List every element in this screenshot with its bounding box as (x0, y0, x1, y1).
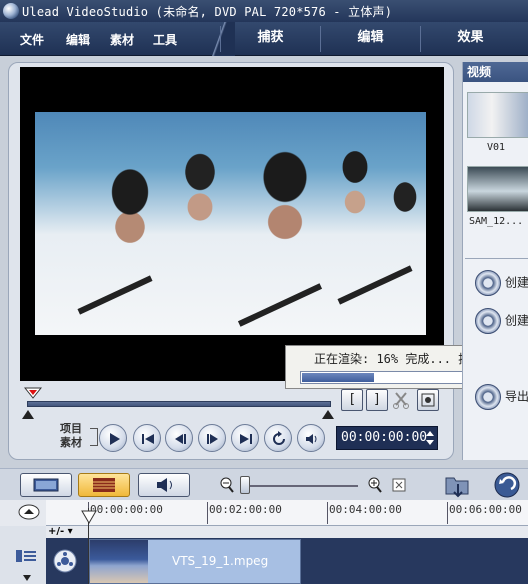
library-thumb-label: V01 (487, 142, 506, 153)
scroll-down-icon[interactable] (22, 574, 32, 582)
play-icon (110, 433, 120, 445)
export-icon (475, 384, 501, 410)
mode-clip-label[interactable]: 素材 (60, 436, 82, 450)
end-button[interactable] (231, 424, 259, 452)
collapse-timeline-icon[interactable] (18, 504, 40, 520)
ruler-label: 00:00:00:00 (90, 503, 163, 516)
film-reel-icon (475, 270, 501, 296)
timeline-toolbar (0, 468, 528, 500)
tab-effects[interactable]: 效果 (420, 26, 520, 52)
timecode-field[interactable]: 00:00:00:00 (336, 426, 438, 450)
next-frame-button[interactable] (198, 424, 226, 452)
create-disc-item[interactable]: 创建 (475, 308, 528, 334)
skip-end-icon (240, 434, 252, 444)
undo-icon[interactable] (494, 472, 520, 498)
playhead-marker-icon[interactable] (81, 510, 97, 524)
render-progress-fill (302, 373, 374, 382)
library-panel: 视频 V01 SAM_12... 创建 创建 导出 (462, 62, 528, 460)
app-icon (3, 3, 19, 19)
disc-icon (475, 308, 501, 334)
repeat-icon (273, 431, 285, 445)
mark-in-button[interactable]: [ (341, 389, 363, 411)
library-category[interactable]: 视频 (463, 62, 528, 82)
menu-file[interactable]: 文件 (20, 31, 44, 48)
scissors-icon[interactable] (391, 389, 413, 411)
repeat-button[interactable] (264, 424, 292, 452)
fullscreen-icon[interactable] (417, 389, 439, 411)
library-thumb-1[interactable] (467, 92, 528, 138)
scrub-marker-icon[interactable] (24, 387, 42, 399)
zoom-slider-track[interactable] (244, 485, 358, 487)
title-bar: Ulead VideoStudio (未命名, DVD PAL 720*576 … (0, 0, 528, 22)
tab-capture[interactable]: 捕获 (220, 26, 320, 52)
timecode-spinner-icon[interactable] (424, 428, 436, 448)
folder-open-icon[interactable] (444, 472, 472, 498)
video-detail (77, 275, 153, 315)
home-button[interactable] (133, 424, 161, 452)
mark-out-button[interactable]: ] (366, 389, 388, 411)
trim-start-handle[interactable] (22, 410, 34, 419)
track-mode-toggle[interactable]: +/- ▾ (48, 526, 73, 537)
create-video-item[interactable]: 创建 (475, 270, 528, 296)
track-manager-icon[interactable] (14, 546, 38, 566)
fit-to-window-icon[interactable] (392, 478, 406, 492)
menu-clip[interactable]: 素材 (110, 31, 134, 48)
ruler-tick (447, 502, 448, 524)
storyboard-view-button[interactable] (20, 473, 72, 497)
video-track-icon (53, 549, 77, 573)
clip-name: VTS_19_1.mpeg (172, 554, 269, 568)
mode-bracket (90, 428, 98, 446)
menu-tools[interactable]: 工具 (153, 31, 177, 48)
library-thumb-2[interactable] (467, 166, 528, 212)
menu-bar: 文件 编辑 素材 工具 捕获 编辑 效果 (0, 22, 528, 56)
zoom-out-icon[interactable] (220, 477, 234, 493)
video-detail (237, 283, 323, 327)
skip-start-icon (142, 434, 154, 444)
previous-frame-button[interactable] (165, 424, 193, 452)
library-thumb-label: SAM_12... (469, 216, 524, 227)
export-item[interactable]: 导出 (475, 384, 528, 410)
timecode-value: 00:00:00:00 (341, 430, 428, 445)
storyboard-icon (33, 478, 59, 492)
ruler-label: 00:04:00:00 (329, 503, 402, 516)
timeline-clip[interactable]: VTS_19_1.mpeg (89, 539, 301, 584)
trim-end-handle[interactable] (322, 410, 334, 419)
zoom-slider-thumb[interactable] (240, 476, 250, 494)
speaker-icon (157, 478, 172, 492)
ruler-label: 00:02:00:00 (209, 503, 282, 516)
track-header (0, 526, 46, 584)
scrub-bar[interactable] (27, 401, 331, 407)
menu-edit[interactable]: 编辑 (66, 31, 90, 48)
video-detail (337, 265, 413, 305)
volume-button[interactable] (297, 424, 325, 452)
zoom-in-icon[interactable] (368, 477, 382, 493)
ruler-tick (207, 502, 208, 524)
timeline-panel: 00:00:00:00 00:02:00:00 00:04:00:00 00:0… (0, 500, 528, 584)
tab-edit[interactable]: 编辑 (320, 26, 420, 52)
preview-mode-labels: 项目 素材 (60, 422, 82, 450)
timeline-ruler[interactable]: 00:00:00:00 00:02:00:00 00:04:00:00 00:0… (46, 500, 528, 526)
play-button[interactable] (99, 424, 127, 452)
ruler-tick (327, 502, 328, 524)
clip-thumbnail (90, 540, 148, 583)
ruler-label: 00:06:00:00 (449, 503, 522, 516)
step-forward-icon (207, 434, 218, 444)
mode-project-label[interactable]: 项目 (60, 422, 82, 436)
video-frame (35, 112, 426, 335)
audio-view-button[interactable] (138, 473, 190, 497)
library-divider (465, 258, 528, 259)
window-title: Ulead VideoStudio (未命名, DVD PAL 720*576 … (22, 5, 393, 19)
speaker-icon (306, 434, 317, 444)
step-back-icon (175, 434, 186, 444)
timeline-icon (93, 478, 115, 492)
timeline-view-button[interactable] (78, 473, 130, 497)
